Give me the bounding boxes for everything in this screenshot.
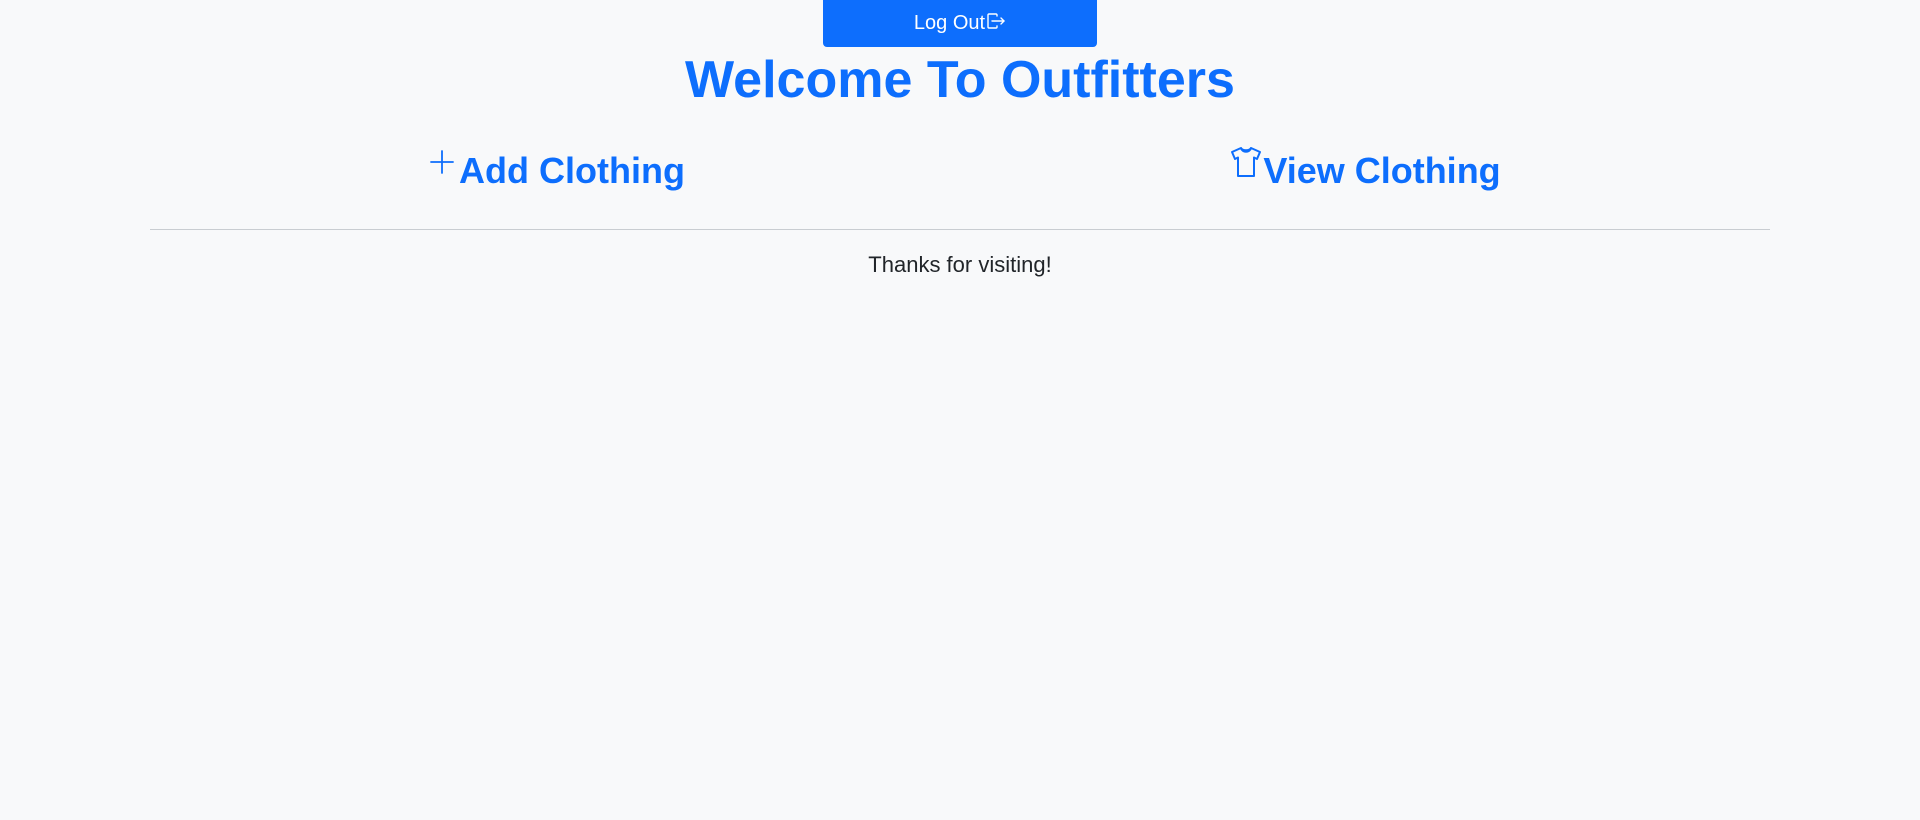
view-clothing-label: View Clothing: [1263, 150, 1501, 191]
thanks-message: Thanks for visiting!: [868, 252, 1052, 277]
page: Log Out Welcome To Outfitters Add Clothi…: [0, 0, 1920, 820]
divider: [150, 229, 1770, 230]
logout-button-label: Log Out: [913, 12, 986, 34]
view-clothing-link[interactable]: View Clothing: [1229, 145, 1501, 195]
add-clothing-link[interactable]: Add Clothing: [425, 147, 685, 195]
logout-button[interactable]: Log Out: [823, 0, 1097, 47]
page-title: Welcome To Outfitters: [685, 51, 1235, 109]
box-arrow-right-icon: [986, 12, 1006, 32]
nav-cell-add: Add Clothing: [150, 146, 960, 196]
nav-links: Add Clothing View Clothing: [150, 146, 1770, 196]
nav-cell-view: View Clothing: [960, 146, 1770, 196]
plus-icon: [425, 145, 459, 179]
tshirt-icon: [1229, 145, 1263, 179]
add-clothing-label: Add Clothing: [459, 150, 685, 191]
